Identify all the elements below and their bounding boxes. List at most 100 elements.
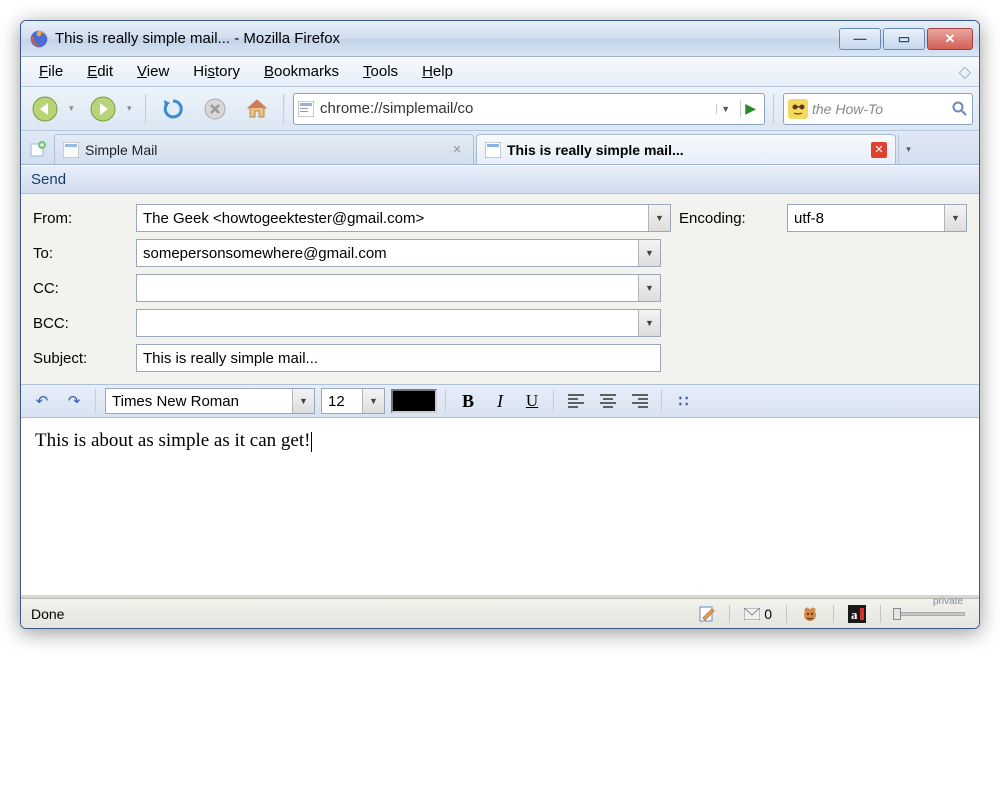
editor-toolbar: ↶ ↷ Times New Roman ▼ 12 ▼ B I U ∷ <box>21 384 979 418</box>
to-label: To: <box>33 245 128 262</box>
adblock-icon[interactable]: a <box>844 603 870 625</box>
encoding-value: utf-8 <box>794 210 824 227</box>
from-label: From: <box>33 210 128 227</box>
body-text: This is about as simple as it can get! <box>35 430 310 451</box>
to-value: somepersonsomewhere@gmail.com <box>143 245 387 262</box>
font-size-combo[interactable]: 12 ▼ <box>321 388 385 414</box>
window-controls: — ▭ ✕ <box>839 28 973 50</box>
mail-count-value: 0 <box>764 606 772 622</box>
cursor-icon <box>311 432 312 452</box>
from-value: The Geek <howtogeektester@gmail.com> <box>143 210 424 227</box>
tab-close-icon[interactable]: ✕ <box>871 142 887 158</box>
align-right-button[interactable] <box>627 388 653 414</box>
bcc-combo[interactable]: ▼ <box>136 309 661 337</box>
undo-button[interactable]: ↶ <box>29 388 55 414</box>
to-combo[interactable]: somepersonsomewhere@gmail.com ▼ <box>136 239 661 267</box>
notepad-icon[interactable] <box>695 604 719 624</box>
back-button[interactable] <box>27 92 63 126</box>
menu-tools[interactable]: Tools <box>353 60 408 83</box>
dropdown-icon[interactable]: ▼ <box>638 310 660 336</box>
text-color-button[interactable] <box>391 389 437 413</box>
mail-favicon-icon <box>485 142 501 158</box>
menu-bookmarks[interactable]: Bookmarks <box>254 60 349 83</box>
envelope-icon <box>744 608 760 620</box>
dropdown-icon[interactable]: ▼ <box>292 389 314 413</box>
bcc-label: BCC: <box>33 315 128 332</box>
subject-label: Subject: <box>33 350 128 367</box>
url-text: chrome://simplemail/co <box>320 100 710 117</box>
statusbar: Done 0 a private <box>21 598 979 628</box>
close-button[interactable]: ✕ <box>927 28 973 50</box>
greasemonkey-icon[interactable] <box>797 603 823 625</box>
cc-label: CC: <box>33 280 128 297</box>
svg-text:a: a <box>851 607 858 622</box>
page-content: Send From: The Geek <howtogeektester@gma… <box>21 165 979 628</box>
address-bar[interactable]: chrome://simplemail/co ▼ ▶ <box>293 93 765 125</box>
menu-edit[interactable]: Edit <box>77 60 123 83</box>
toolbar-overflow-button[interactable]: ∷ <box>671 388 697 414</box>
align-center-button[interactable] <box>595 388 621 414</box>
mail-count[interactable]: 0 <box>740 604 776 624</box>
search-placeholder: the How-To <box>812 101 948 117</box>
mail-favicon-icon <box>63 142 79 158</box>
font-family-value: Times New Roman <box>112 393 239 410</box>
tab-label: Simple Mail <box>85 142 443 158</box>
dropdown-icon[interactable]: ▼ <box>944 205 966 231</box>
navigation-toolbar: ▾ ▾ chrome://simplemail/co ▼ ▶ the How-T… <box>21 87 979 131</box>
compose-toolbar: Send <box>21 166 979 194</box>
menu-history[interactable]: History <box>183 60 250 83</box>
forward-button[interactable] <box>85 92 121 126</box>
new-tab-button[interactable] <box>24 134 52 164</box>
align-left-button[interactable] <box>563 388 589 414</box>
menu-view[interactable]: View <box>127 60 179 83</box>
url-dropdown[interactable]: ▼ <box>716 104 734 114</box>
font-size-value: 12 <box>328 393 345 410</box>
encoding-label: Encoding: <box>679 210 779 227</box>
go-button[interactable]: ▶ <box>740 100 760 117</box>
maximize-button[interactable]: ▭ <box>883 28 925 50</box>
font-family-combo[interactable]: Times New Roman ▼ <box>105 388 315 414</box>
menubar: File Edit View History Bookmarks Tools H… <box>21 57 979 87</box>
back-dropdown[interactable]: ▾ <box>69 103 79 114</box>
firefox-icon <box>29 29 49 49</box>
menu-help[interactable]: Help <box>412 60 463 83</box>
stop-button[interactable] <box>197 92 233 126</box>
tabs-list-dropdown[interactable]: ▾ <box>898 134 918 164</box>
menu-file[interactable]: File <box>29 60 73 83</box>
tab-compose[interactable]: This is really simple mail... ✕ <box>476 134 896 164</box>
firefox-window: This is really simple mail... - Mozilla … <box>20 20 980 629</box>
forward-dropdown[interactable]: ▾ <box>127 103 137 114</box>
private-slider[interactable]: private <box>891 605 969 623</box>
titlebar[interactable]: This is really simple mail... - Mozilla … <box>21 21 979 57</box>
subject-input[interactable]: This is really simple mail... <box>136 344 661 372</box>
search-go-icon[interactable] <box>952 101 968 117</box>
redo-button[interactable]: ↷ <box>61 388 87 414</box>
tab-close-icon[interactable]: ✕ <box>449 142 465 158</box>
dropdown-icon[interactable]: ▼ <box>638 240 660 266</box>
dropdown-icon[interactable]: ▼ <box>638 275 660 301</box>
tab-label: This is really simple mail... <box>507 142 865 158</box>
reload-button[interactable] <box>155 92 191 126</box>
private-label: private <box>933 596 963 607</box>
minimize-button[interactable]: — <box>839 28 881 50</box>
underline-button[interactable]: U <box>519 388 545 414</box>
dropdown-icon[interactable]: ▼ <box>362 389 384 413</box>
send-button[interactable]: Send <box>31 171 66 188</box>
search-engine-icon[interactable] <box>788 99 808 119</box>
throbber-icon: ◇ <box>959 62 971 82</box>
search-bar[interactable]: the How-To <box>783 93 973 125</box>
dropdown-icon[interactable]: ▼ <box>648 205 670 231</box>
home-button[interactable] <box>239 92 275 126</box>
tab-simple-mail[interactable]: Simple Mail ✕ <box>54 134 474 164</box>
page-favicon <box>298 101 314 117</box>
encoding-combo[interactable]: utf-8 ▼ <box>787 204 967 232</box>
window-title: This is really simple mail... - Mozilla … <box>55 30 839 47</box>
compose-fields: From: The Geek <howtogeektester@gmail.co… <box>21 194 979 384</box>
from-combo[interactable]: The Geek <howtogeektester@gmail.com> ▼ <box>136 204 671 232</box>
tab-bar: Simple Mail ✕ This is really simple mail… <box>21 131 979 165</box>
message-body[interactable]: This is about as simple as it can get! <box>21 418 979 598</box>
italic-button[interactable]: I <box>487 388 513 414</box>
status-text: Done <box>31 606 685 622</box>
bold-button[interactable]: B <box>455 388 481 414</box>
cc-combo[interactable]: ▼ <box>136 274 661 302</box>
